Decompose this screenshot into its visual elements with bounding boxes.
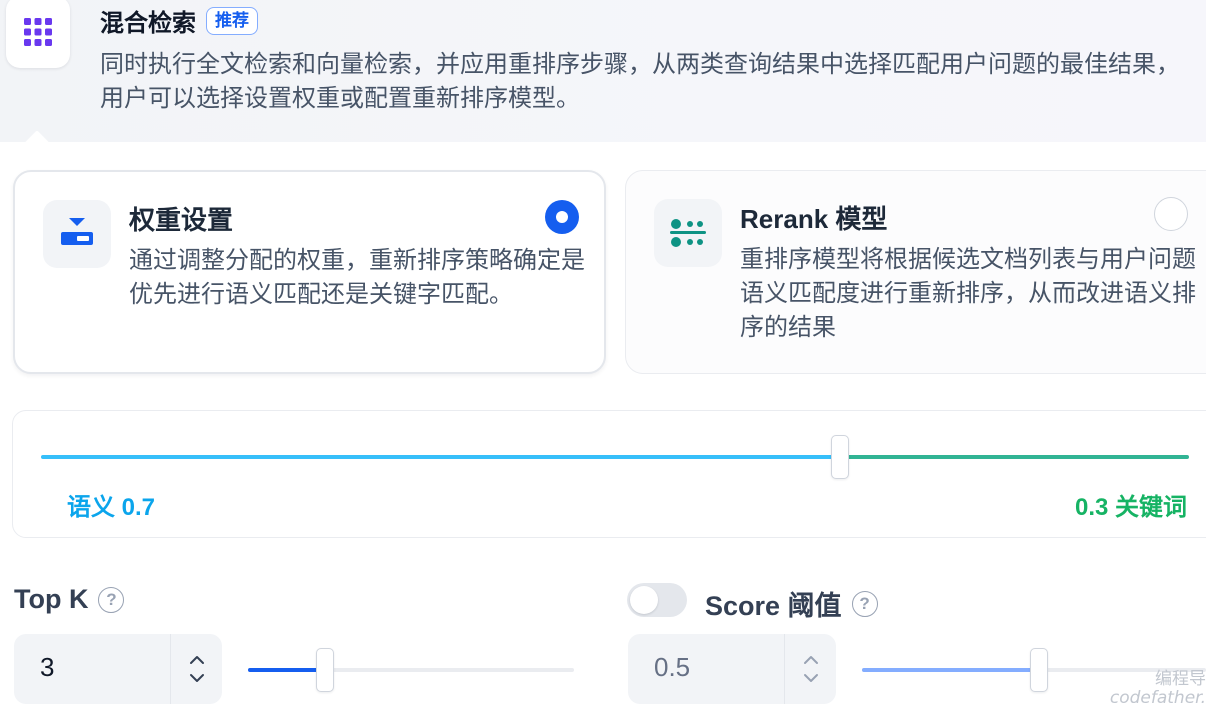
recommended-badge: 推荐 <box>206 6 258 35</box>
weight-settings-title: 权重设置 <box>129 205 234 235</box>
chevron-up-icon[interactable] <box>189 655 205 665</box>
top-k-stepper[interactable] <box>170 634 222 704</box>
top-k-label: Top K ? <box>14 584 125 615</box>
weight-settings-radio[interactable] <box>545 200 579 234</box>
help-icon[interactable]: ? <box>98 586 125 613</box>
top-k-slider-fill <box>248 668 324 672</box>
section-description: 同时执行全文检索和向量检索，并应用重排序步骤，从两类查询结果中选择匹配用户问题的… <box>100 51 1180 112</box>
hybrid-search-header: 混合检索 推荐 同时执行全文检索和向量检索，并应用重排序步骤，从两类查询结果中选… <box>0 0 1206 142</box>
chevron-up-icon[interactable] <box>803 655 819 665</box>
score-threshold-slider-handle[interactable] <box>1030 648 1048 692</box>
keyword-weight-track <box>841 455 1189 459</box>
keyword-weight-label: 0.3 关键词 <box>1074 494 1187 521</box>
score-threshold-stepper[interactable] <box>784 634 836 704</box>
chevron-down-icon[interactable] <box>803 673 819 683</box>
watermark-line-2: codefather. <box>1109 688 1206 708</box>
section-title: 混合检索 推荐 <box>100 3 258 38</box>
top-k-slider[interactable] <box>248 668 574 672</box>
rerank-model-radio[interactable] <box>1154 197 1188 231</box>
top-k-value: 3 <box>40 652 55 682</box>
watermark-line-1: 编程导 <box>1155 669 1206 689</box>
semantic-weight-track <box>41 455 841 459</box>
rerank-model-card[interactable]: Rerank 模型 重排序模型将根据候选文档列表与用户问题语义匹配度进行重新排序… <box>625 170 1206 374</box>
weight-settings-card[interactable]: 权重设置 通过调整分配的权重，重新排序策略确定是优先进行语义匹配还是关键字匹配。 <box>13 170 606 374</box>
rerank-model-icon <box>654 199 722 267</box>
score-threshold-label-text: Score 阈值 <box>705 591 842 621</box>
top-k-input[interactable]: 3 <box>14 634 222 704</box>
top-k-slider-handle[interactable] <box>316 648 334 692</box>
rerank-model-title: Rerank 模型 <box>740 204 888 234</box>
score-threshold-slider-fill <box>862 668 1038 672</box>
weight-slider-panel: 语义 0.7 0.3 关键词 <box>12 410 1206 538</box>
top-k-label-text: Top K <box>14 584 89 614</box>
help-icon[interactable]: ? <box>851 590 878 617</box>
chevron-down-icon[interactable] <box>189 673 205 683</box>
weight-settings-description: 通过调整分配的权重，重新排序策略确定是优先进行语义匹配还是关键字匹配。 <box>129 247 585 308</box>
score-threshold-input[interactable]: 0.5 <box>628 634 836 704</box>
score-threshold-toggle[interactable] <box>627 583 687 617</box>
title-text: 混合检索 <box>100 10 196 37</box>
grid-dots-icon <box>6 0 70 68</box>
score-threshold-label: Score 阈值 ? <box>705 584 878 623</box>
rerank-model-description: 重排序模型将根据候选文档列表与用户问题语义匹配度进行重新排序，从而改进语义排序的… <box>740 246 1196 341</box>
weight-slider-handle[interactable] <box>831 435 849 479</box>
weight-settings-icon <box>43 200 111 268</box>
semantic-weight-label: 语义 0.7 <box>67 494 156 521</box>
score-threshold-value: 0.5 <box>654 652 691 682</box>
